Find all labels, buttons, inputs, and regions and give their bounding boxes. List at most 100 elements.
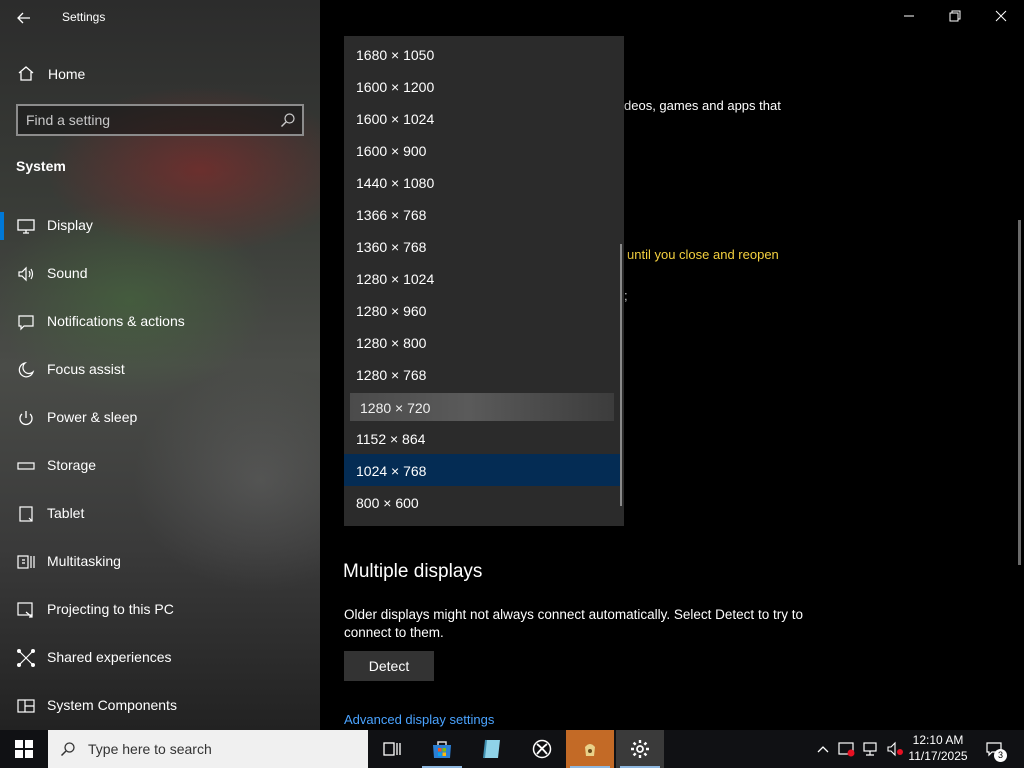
option-label: 1366 × 768 xyxy=(356,207,427,223)
option-label: 1600 × 900 xyxy=(356,143,427,159)
sidebar-item-label: Notifications & actions xyxy=(47,313,185,329)
volume-muted-icon xyxy=(887,741,903,757)
text-fragment: ; xyxy=(624,288,628,303)
close-icon xyxy=(995,10,1007,22)
resolution-option[interactable]: 1680 × 1050 xyxy=(344,38,620,70)
main-scrollbar[interactable] xyxy=(1018,220,1021,565)
resolution-dropdown-list: 1680 × 1050 1600 × 1200 1600 × 1024 1600… xyxy=(344,36,624,526)
sidebar-item-sound[interactable]: Sound xyxy=(0,254,320,294)
dropdown-scrollbar[interactable] xyxy=(620,244,622,506)
sidebar-item-display[interactable]: Display xyxy=(0,206,320,246)
resolution-option[interactable]: 1280 × 800 xyxy=(344,326,620,358)
sidebar-item-tablet[interactable]: Tablet xyxy=(0,494,320,534)
message-icon xyxy=(18,315,34,331)
option-label: 1600 × 1024 xyxy=(356,111,435,127)
resolution-option[interactable]: 1280 × 1024 xyxy=(344,262,620,294)
tray-network-button[interactable] xyxy=(860,730,882,768)
restore-button[interactable] xyxy=(932,0,978,32)
multiple-displays-description: Older displays might not always connect … xyxy=(344,607,803,640)
option-label: 1600 × 1200 xyxy=(356,79,435,95)
sidebar-item-focus-assist[interactable]: Focus assist xyxy=(0,350,320,390)
home-icon xyxy=(18,66,34,81)
multitasking-icon xyxy=(17,555,35,569)
task-view-icon xyxy=(383,742,401,756)
option-label: 1280 × 960 xyxy=(356,303,427,319)
resolution-option[interactable]: 1366 × 768 xyxy=(344,198,620,230)
game-app-icon xyxy=(585,744,595,756)
tablet-icon xyxy=(19,506,33,522)
chevron-up-icon xyxy=(817,746,829,753)
sidebar-item-projecting[interactable]: Projecting to this PC xyxy=(0,590,320,630)
notification-count-badge: 3 xyxy=(994,749,1007,762)
find-setting-search[interactable] xyxy=(16,104,304,136)
sidebar-item-power-sleep[interactable]: Power & sleep xyxy=(0,398,320,438)
sidebar-item-label: Storage xyxy=(47,457,97,473)
detect-button[interactable]: Detect xyxy=(344,651,434,681)
resolution-option[interactable]: 1152 × 864 xyxy=(344,422,620,454)
settings-gear-icon xyxy=(631,740,649,758)
resolution-option[interactable]: 1600 × 1200 xyxy=(344,70,620,102)
security-alert-icon xyxy=(838,742,855,757)
option-label: 1280 × 720 xyxy=(360,400,431,416)
display-description-fragment: deos, games and apps that xyxy=(624,98,781,113)
title-bar: Settings xyxy=(0,0,320,36)
home-nav-item[interactable]: Home xyxy=(0,58,320,90)
show-hidden-icons-button[interactable] xyxy=(812,730,834,768)
resolution-option-selected[interactable]: 1024 × 768 xyxy=(344,454,620,486)
store-app-button[interactable] xyxy=(418,730,466,768)
xbox-app-button[interactable] xyxy=(518,730,566,768)
home-label: Home xyxy=(48,66,86,82)
sidebar-item-system-components[interactable]: System Components xyxy=(0,686,320,726)
taskbar-clock[interactable]: 12:10 AM 11/17/2025 xyxy=(908,732,968,764)
taskbar-search[interactable]: Type here to search xyxy=(48,730,368,768)
close-button[interactable] xyxy=(978,0,1024,32)
monitor-icon xyxy=(17,219,35,234)
section-title-system: System xyxy=(16,158,66,174)
sidebar-item-shared-experiences[interactable]: Shared experiences xyxy=(0,638,320,678)
sidebar-item-multitasking[interactable]: Multitasking xyxy=(0,542,320,582)
start-button[interactable] xyxy=(0,730,48,768)
clock-time: 12:10 AM xyxy=(912,733,964,747)
settings-app-button[interactable] xyxy=(616,730,664,768)
tray-security-button[interactable] xyxy=(836,730,858,768)
option-label: 1440 × 1080 xyxy=(356,175,435,191)
task-view-button[interactable] xyxy=(368,730,416,768)
resolution-option[interactable]: 1600 × 900 xyxy=(344,134,620,166)
multiple-displays-heading: Multiple displays xyxy=(343,561,483,582)
resolution-option[interactable]: 1280 × 960 xyxy=(344,294,620,326)
taskbar: Type here to search 12:10 AM 11/17/2025 xyxy=(0,730,1024,768)
projector-icon xyxy=(17,602,33,618)
moon-icon xyxy=(18,361,35,378)
resolution-option-hovered[interactable]: 1280 × 720 xyxy=(350,393,614,421)
resolution-option[interactable]: 1440 × 1080 xyxy=(344,166,620,198)
pinned-app-button[interactable] xyxy=(468,730,516,768)
option-label: 1280 × 768 xyxy=(356,367,427,383)
resolution-option[interactable]: 1280 × 768 xyxy=(344,358,620,390)
minimize-button[interactable] xyxy=(886,0,932,32)
option-label: 800 × 600 xyxy=(356,495,419,511)
sidebar-item-storage[interactable]: Storage xyxy=(0,446,320,486)
sidebar-item-label: Sound xyxy=(47,265,88,281)
search-icon xyxy=(60,742,75,757)
clock-date: 11/17/2025 xyxy=(908,749,968,763)
option-label: 1360 × 768 xyxy=(356,239,427,255)
resolution-option[interactable]: 1360 × 768 xyxy=(344,230,620,262)
resolution-option[interactable]: 800 × 600 xyxy=(344,486,620,518)
advanced-display-settings-link[interactable]: Advanced display settings xyxy=(344,712,494,727)
option-label: 1024 × 768 xyxy=(356,463,427,479)
store-icon xyxy=(433,741,451,758)
minimize-icon xyxy=(904,15,914,17)
share-icon xyxy=(17,649,35,667)
sidebar-item-label: Tablet xyxy=(47,505,85,521)
sidebar-item-notifications[interactable]: Notifications & actions xyxy=(0,302,320,342)
back-button[interactable] xyxy=(10,6,38,30)
find-setting-input[interactable] xyxy=(26,110,266,130)
option-label: 1280 × 1024 xyxy=(356,271,435,287)
game-app-button[interactable] xyxy=(566,730,614,768)
network-icon xyxy=(863,742,877,756)
storage-icon xyxy=(17,462,35,470)
resolution-option[interactable]: 1600 × 1024 xyxy=(344,102,620,134)
restore-icon xyxy=(949,10,961,22)
sidebar-item-label: Power & sleep xyxy=(47,409,138,425)
tray-volume-button[interactable] xyxy=(884,730,906,768)
